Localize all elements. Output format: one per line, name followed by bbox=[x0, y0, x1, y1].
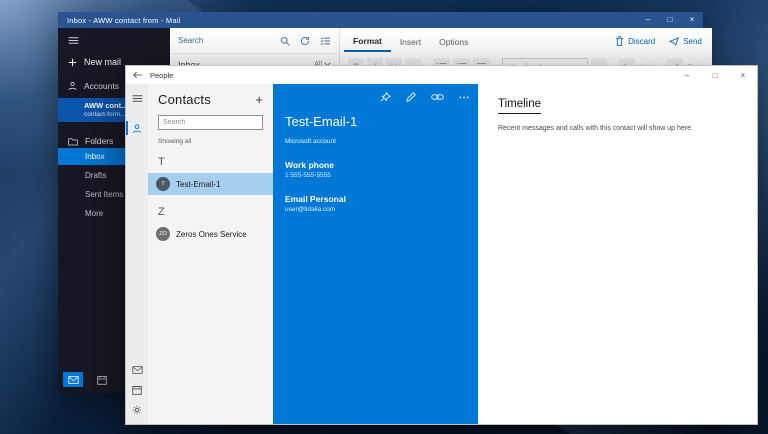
send-label: Send bbox=[683, 36, 702, 46]
contacts-heading: Contacts bbox=[158, 92, 211, 107]
mail-window-title: Inbox - AWW contact from - Mail bbox=[67, 15, 181, 25]
contact-list-item[interactable]: ZO Zeros Ones Service bbox=[148, 223, 273, 245]
desktop: Inbox - AWW contact from - Mail – □ × Ne… bbox=[0, 0, 768, 434]
minimize-button[interactable]: – bbox=[673, 66, 701, 84]
contact-name: Test-Email-1 bbox=[176, 179, 221, 189]
timeline-tab[interactable]: Timeline bbox=[498, 98, 542, 114]
pin-button[interactable] bbox=[380, 92, 391, 102]
discard-button[interactable]: Discard bbox=[615, 36, 655, 46]
contact-list-item[interactable]: T Test-Email-1 bbox=[148, 173, 273, 195]
hamburger-menu-icon[interactable] bbox=[58, 28, 170, 45]
close-button[interactable]: × bbox=[681, 12, 703, 28]
link-contacts-icon[interactable] bbox=[431, 93, 444, 101]
maximize-button[interactable]: □ bbox=[701, 66, 729, 84]
mail-titlebar[interactable]: Inbox - AWW contact from - Mail – □ × bbox=[58, 12, 703, 28]
search-icon[interactable] bbox=[280, 36, 290, 46]
group-letter: Z bbox=[158, 206, 165, 218]
minimize-button[interactable]: – bbox=[637, 12, 659, 28]
hamburger-menu-icon[interactable] bbox=[126, 88, 148, 108]
add-contact-button[interactable]: + bbox=[255, 92, 263, 107]
close-button[interactable]: × bbox=[729, 66, 757, 84]
send-icon bbox=[669, 36, 680, 46]
discard-label: Discard bbox=[628, 36, 656, 46]
accounts-label: Accounts bbox=[84, 81, 119, 91]
filter-status[interactable]: Showing all bbox=[158, 138, 263, 145]
back-arrow-icon bbox=[133, 71, 143, 79]
contacts-nav-icon[interactable] bbox=[126, 118, 148, 138]
tab-options[interactable]: Options bbox=[430, 31, 477, 51]
contacts-pane: Contacts + Showing all T T Test-Email-1 … bbox=[148, 84, 273, 424]
field-value-work-phone[interactable]: 1 555-555-5555 bbox=[273, 170, 478, 179]
mail-shortcut-icon[interactable] bbox=[126, 360, 148, 380]
settings-gear-icon[interactable] bbox=[126, 400, 148, 420]
field-value-email[interactable]: user@tidalia.com bbox=[273, 204, 478, 213]
trash-icon bbox=[615, 36, 624, 46]
back-button[interactable] bbox=[126, 71, 150, 79]
edit-pencil-icon[interactable] bbox=[406, 92, 416, 102]
refresh-icon[interactable] bbox=[300, 36, 310, 46]
contact-name: Zeros Ones Service bbox=[176, 229, 247, 239]
new-mail-label: New mail bbox=[84, 57, 122, 67]
tab-format[interactable]: Format bbox=[344, 30, 391, 52]
maximize-button[interactable]: □ bbox=[659, 12, 681, 28]
people-window: People – □ × Contacts + Search Showing a… bbox=[125, 65, 758, 425]
folder-icon bbox=[68, 137, 78, 145]
more-options-icon[interactable] bbox=[459, 96, 469, 99]
account-type: Microsoft account bbox=[285, 138, 336, 145]
selection-mode-icon[interactable] bbox=[320, 36, 331, 46]
people-nav-rail bbox=[126, 84, 148, 424]
new-mail-button[interactable]: New mail bbox=[58, 45, 170, 67]
plus-icon bbox=[68, 58, 77, 66]
calendar-nav-icon[interactable] bbox=[92, 372, 112, 387]
field-label-work-phone: Work phone bbox=[285, 160, 334, 170]
person-icon bbox=[68, 81, 77, 91]
contact-detail-pane: Test-Email-1 Microsoft account Work phon… bbox=[273, 84, 478, 424]
mail-search-input[interactable]: Search bbox=[178, 36, 203, 45]
calendar-shortcut-icon[interactable] bbox=[126, 380, 148, 400]
people-titlebar[interactable]: People – □ × bbox=[126, 66, 757, 84]
folders-label: Folders bbox=[85, 136, 114, 146]
group-letter: T bbox=[158, 156, 165, 168]
contacts-search-input[interactable] bbox=[158, 115, 263, 130]
avatar: ZO bbox=[156, 227, 170, 241]
tab-insert[interactable]: Insert bbox=[391, 31, 430, 51]
avatar: T bbox=[156, 177, 170, 191]
timeline-pane: Timeline Recent messages and calls with … bbox=[478, 84, 757, 424]
people-window-title: People bbox=[150, 70, 174, 80]
timeline-empty-message: Recent messages and calls with this cont… bbox=[498, 125, 693, 132]
mail-nav-icon[interactable] bbox=[63, 372, 83, 387]
field-label-email: Email Personal bbox=[285, 194, 346, 204]
send-button[interactable]: Send bbox=[669, 37, 702, 46]
contact-detail-name: Test-Email-1 bbox=[285, 114, 358, 129]
